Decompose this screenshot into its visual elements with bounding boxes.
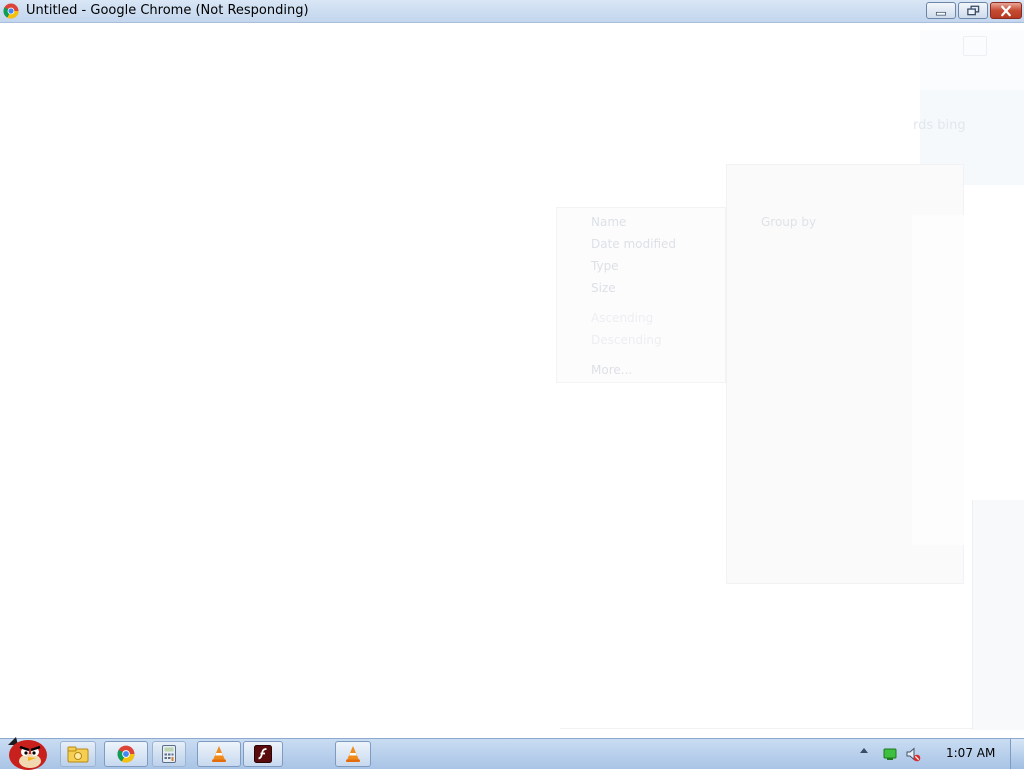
- minimize-button[interactable]: [926, 2, 956, 19]
- group-by-label: Group by: [761, 215, 817, 229]
- clock[interactable]: 1:07 AM: [946, 746, 995, 760]
- restore-icon: [967, 5, 980, 16]
- angry-bird-start-icon[interactable]: [2, 731, 50, 771]
- chrome-icon: [117, 745, 135, 763]
- ghost-breadcrumb: rds bing: [913, 118, 966, 133]
- taskbar-flash-button[interactable]: [243, 741, 283, 767]
- sort-more: More...: [591, 363, 633, 377]
- explorer-icon: [67, 746, 89, 763]
- show-desktop-button[interactable]: [1010, 739, 1024, 769]
- calculator-icon: [162, 745, 176, 763]
- chrome-icon: [3, 3, 19, 19]
- network-icon[interactable]: [882, 746, 898, 762]
- restore-button[interactable]: [958, 2, 988, 19]
- ghost-status-line: [560, 728, 972, 729]
- close-button[interactable]: [990, 2, 1022, 19]
- vlc-icon: [212, 746, 226, 762]
- window-title: Untitled - Google Chrome (Not Responding…: [26, 3, 309, 18]
- ghost-details-pane: [972, 500, 1024, 730]
- minimize-icon: [935, 11, 947, 16]
- taskbar-vlc-button[interactable]: [197, 741, 241, 767]
- taskbar-vlc-button-2[interactable]: [335, 741, 371, 767]
- taskbar-chrome-button[interactable]: [104, 741, 148, 767]
- taskbar: 1:07 AM: [0, 737, 1024, 770]
- show-hidden-icons-arrow[interactable]: [860, 748, 868, 753]
- close-icon: [1001, 5, 1011, 17]
- sort-by-size: Size: [591, 281, 616, 295]
- taskbar-explorer-button[interactable]: [60, 741, 96, 767]
- ghost-group-inner: [912, 215, 964, 545]
- taskbar-calculator-button[interactable]: [152, 741, 186, 767]
- flash-icon: [254, 745, 272, 763]
- volume-muted-icon[interactable]: [905, 746, 921, 762]
- sort-by-date-modified: Date modified: [591, 237, 677, 251]
- sort-by-type: Type: [591, 259, 619, 273]
- title-bar[interactable]: Untitled - Google Chrome (Not Responding…: [0, 0, 1024, 23]
- ghost-group-by-menu: Group by: [726, 164, 964, 584]
- sort-ascending: Ascending: [591, 311, 654, 325]
- sort-descending: Descending: [591, 333, 662, 347]
- ghost-sort-menu: Name Date modified Type Size Ascending D…: [556, 207, 726, 383]
- vlc-icon: [346, 746, 360, 762]
- ghost-refresh-button: [963, 36, 987, 56]
- sort-by-name: Name: [591, 215, 627, 229]
